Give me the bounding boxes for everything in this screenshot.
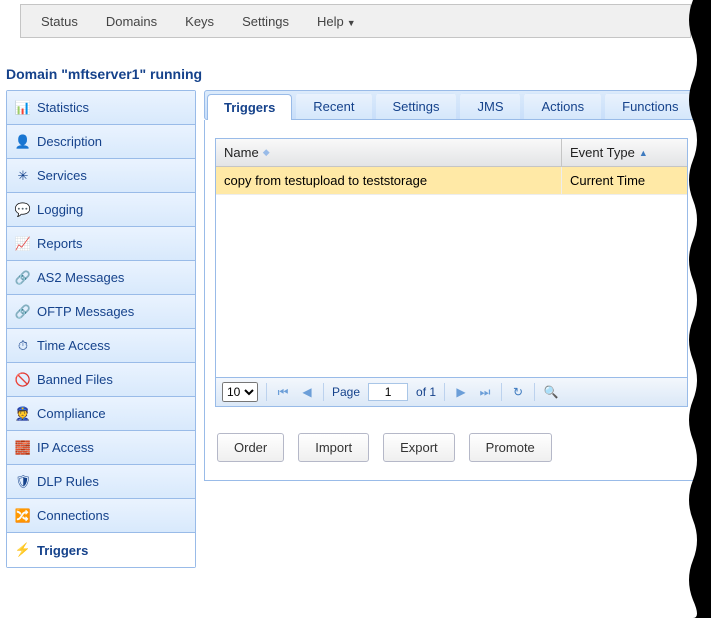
sidebar-item-as2-messages[interactable]: 🔗 AS2 Messages xyxy=(7,261,195,295)
tab-jms[interactable]: JMS xyxy=(460,93,520,119)
page-size-select[interactable]: 10 xyxy=(222,382,258,402)
triggers-grid: Name ◆ Event Type ▲ copy from testupload… xyxy=(215,138,688,407)
time-access-icon: ⏱ xyxy=(15,338,31,354)
sidebar-item-label: IP Access xyxy=(37,440,94,455)
sidebar-item-label: Triggers xyxy=(37,543,88,558)
reports-icon: 📈 xyxy=(15,236,31,252)
as2-messages-icon: 🔗 xyxy=(15,270,31,286)
column-header-name-label: Name xyxy=(224,145,259,160)
chevron-down-icon: ▼ xyxy=(347,18,356,28)
column-header-event-type-label: Event Type xyxy=(570,145,635,160)
ip-access-icon: 🧱 xyxy=(15,440,31,456)
prev-page-icon[interactable]: ◀ xyxy=(299,385,315,399)
next-page-icon[interactable]: ▶ xyxy=(453,385,469,399)
sidebar-item-reports[interactable]: 📈 Reports xyxy=(7,227,195,261)
compliance-icon: 👮 xyxy=(15,406,31,422)
oftp-messages-icon: 🔗 xyxy=(15,304,31,320)
sidebar-item-label: Services xyxy=(37,168,87,183)
connections-icon: 🔀 xyxy=(15,508,31,524)
sidebar-item-label: Statistics xyxy=(37,100,89,115)
sidebar-item-label: Time Access xyxy=(37,338,110,353)
order-button[interactable]: Order xyxy=(217,433,284,462)
sidebar-item-label: Connections xyxy=(37,508,109,523)
refresh-icon[interactable]: ↻ xyxy=(510,385,526,399)
sidebar-item-statistics[interactable]: 📊 Statistics xyxy=(7,91,195,125)
sidebar-item-ip-access[interactable]: 🧱 IP Access xyxy=(7,431,195,465)
sidebar-item-connections[interactable]: 🔀 Connections xyxy=(7,499,195,533)
last-page-icon[interactable]: ⏭ xyxy=(477,385,493,400)
cell-name: copy from testupload to teststorage xyxy=(216,167,562,194)
menu-item-status[interactable]: Status xyxy=(27,8,92,35)
tab-actions[interactable]: Actions xyxy=(524,93,601,119)
separator xyxy=(534,383,535,401)
sort-asc-icon: ▲ xyxy=(639,148,648,158)
sidebar-item-label: OFTP Messages xyxy=(37,304,134,319)
statistics-icon: 📊 xyxy=(15,100,31,116)
banned-files-icon: 🚫 xyxy=(15,372,31,388)
separator xyxy=(444,383,445,401)
tab-triggers[interactable]: Triggers xyxy=(207,94,292,120)
logging-icon: 💬 xyxy=(15,202,31,218)
sidebar-item-label: DLP Rules xyxy=(37,474,99,489)
export-button[interactable]: Export xyxy=(383,433,455,462)
triggers-icon: ⚡ xyxy=(15,542,31,558)
sidebar-item-services[interactable]: ✳ Services xyxy=(7,159,195,193)
page-label: Page xyxy=(332,385,360,399)
grid-header: Name ◆ Event Type ▲ xyxy=(216,139,687,167)
sidebar-item-time-access[interactable]: ⏱ Time Access xyxy=(7,329,195,363)
dlp-rules-icon: 🛡 xyxy=(15,474,31,490)
tab-functions[interactable]: Functions xyxy=(605,93,695,119)
description-icon: 👤 xyxy=(15,134,31,150)
first-page-icon[interactable]: ⏮ xyxy=(275,385,291,400)
page-of-label: of 1 xyxy=(416,385,436,399)
sidebar-item-label: Description xyxy=(37,134,102,149)
column-header-name[interactable]: Name ◆ xyxy=(216,139,562,166)
menu-item-settings[interactable]: Settings xyxy=(228,8,303,35)
sidebar-item-dlp-rules[interactable]: 🛡 DLP Rules xyxy=(7,465,195,499)
sidebar-item-label: AS2 Messages xyxy=(37,270,124,285)
tab-settings[interactable]: Settings xyxy=(376,93,457,119)
sidebar-item-description[interactable]: 👤 Description xyxy=(7,125,195,159)
sidebar-item-oftp-messages[interactable]: 🔗 OFTP Messages xyxy=(7,295,195,329)
menu-item-help[interactable]: Help▼ xyxy=(303,8,370,35)
separator xyxy=(323,383,324,401)
sidebar-item-label: Compliance xyxy=(37,406,106,421)
menu-item-keys[interactable]: Keys xyxy=(171,8,228,35)
sidebar-item-compliance[interactable]: 👮 Compliance xyxy=(7,397,195,431)
menu-item-domains[interactable]: Domains xyxy=(92,8,171,35)
sort-icon: ◆ xyxy=(263,147,270,158)
import-button[interactable]: Import xyxy=(298,433,369,462)
separator xyxy=(266,383,267,401)
column-header-event-type[interactable]: Event Type ▲ xyxy=(562,139,687,166)
action-bar: Order Import Export Promote xyxy=(217,433,688,462)
sidebar-item-logging[interactable]: 💬 Logging xyxy=(7,193,195,227)
grid-body: copy from testupload to teststorageCurre… xyxy=(216,167,687,377)
triggers-panel: Name ◆ Event Type ▲ copy from testupload… xyxy=(204,120,707,481)
tab-strip: TriggersRecentSettingsJMSActionsFunction… xyxy=(204,90,707,120)
cell-event-type: Current Time xyxy=(562,167,687,194)
sidebar: 📊 Statistics 👤 Description ✳ Services 💬 Logging… xyxy=(6,90,196,568)
separator xyxy=(501,383,502,401)
sidebar-item-label: Logging xyxy=(37,202,83,217)
sidebar-item-label: Reports xyxy=(37,236,83,251)
services-icon: ✳ xyxy=(15,168,31,184)
tab-recent[interactable]: Recent xyxy=(296,93,371,119)
top-menu: StatusDomainsKeysSettingsHelp▼ xyxy=(20,4,691,38)
sidebar-item-triggers[interactable]: ⚡ Triggers xyxy=(7,533,195,567)
pager: 10 ⏮ ◀ Page of 1 ▶ ⏭ ↻ 🔍 xyxy=(216,377,687,406)
sidebar-item-label: Banned Files xyxy=(37,372,113,387)
promote-button[interactable]: Promote xyxy=(469,433,552,462)
sidebar-item-banned-files[interactable]: 🚫 Banned Files xyxy=(7,363,195,397)
table-row[interactable]: copy from testupload to teststorageCurre… xyxy=(216,167,687,195)
page-input[interactable] xyxy=(368,383,408,401)
search-icon[interactable]: 🔍 xyxy=(543,385,559,399)
page-title: Domain "mftserver1" running xyxy=(6,66,711,82)
